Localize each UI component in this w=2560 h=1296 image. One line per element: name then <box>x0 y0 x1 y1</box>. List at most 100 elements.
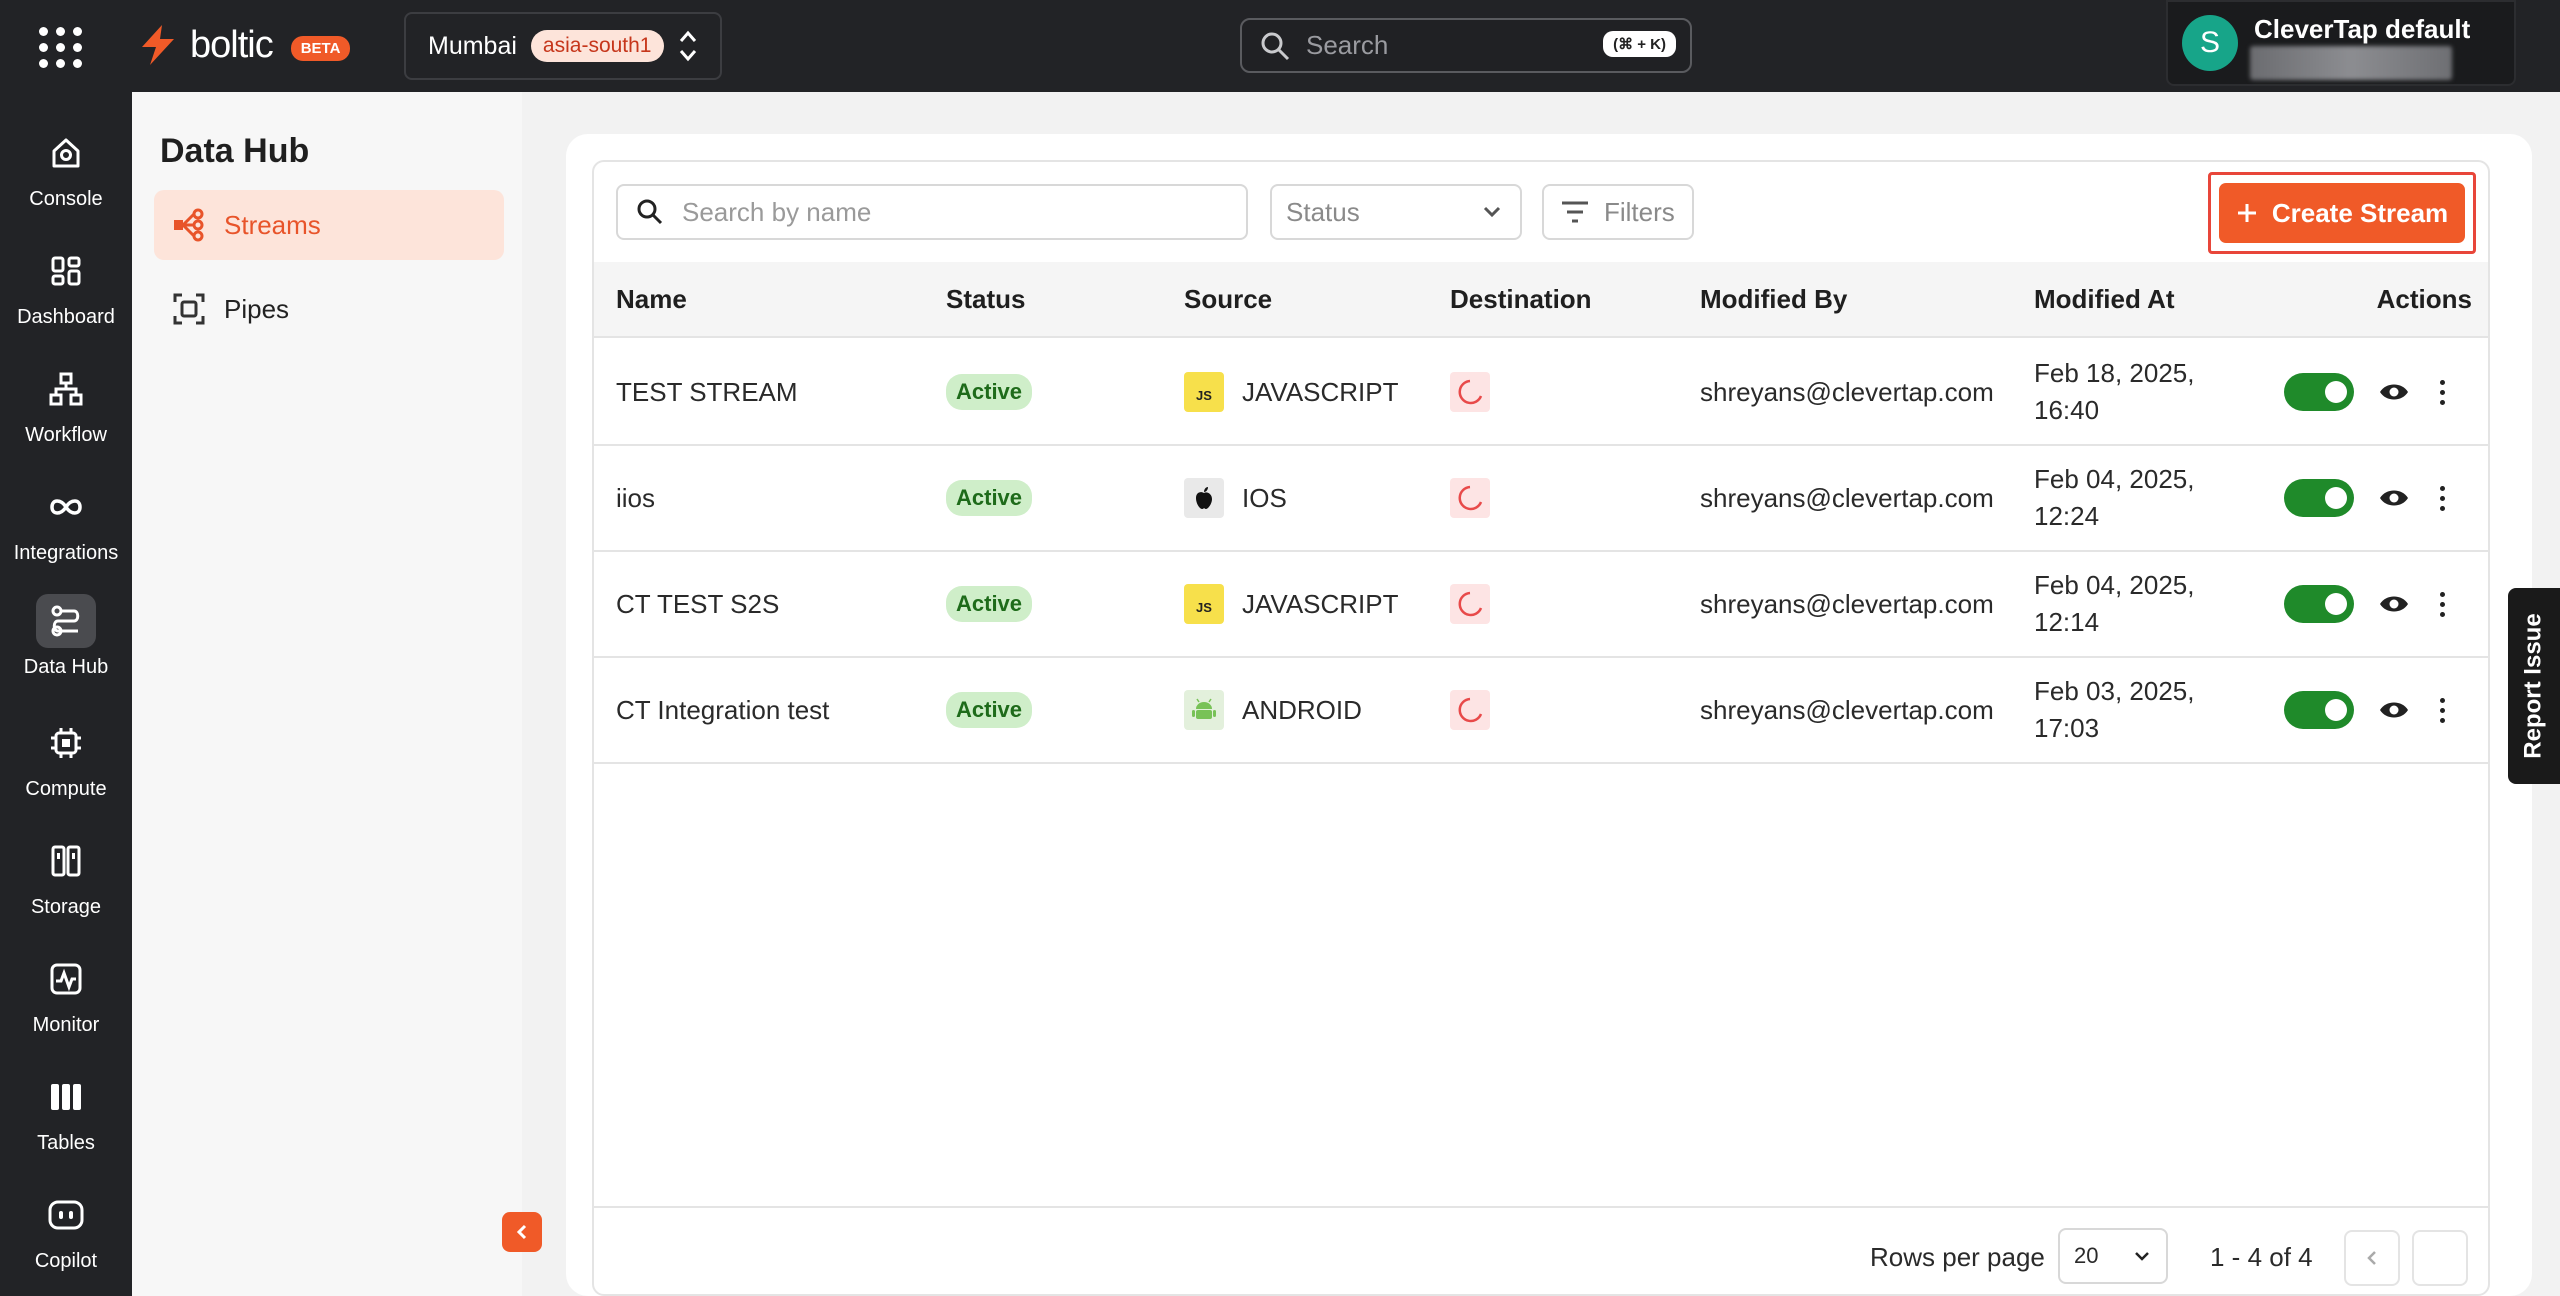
create-stream-highlight: Create Stream <box>2208 172 2476 254</box>
stream-name[interactable]: TEST STREAM <box>616 340 798 444</box>
status-badge: Active <box>946 480 1033 516</box>
status-badge: Active <box>946 586 1033 622</box>
table-row[interactable]: TEST STREAM Active JS JAVASCRIPT shreyan… <box>594 340 2488 446</box>
chevron-left-icon <box>2367 1251 2376 1265</box>
chevron-down-icon <box>2135 1252 2149 1261</box>
rows-per-page-label: Rows per page <box>1870 1242 2045 1272</box>
stream-toggle[interactable] <box>2284 373 2354 411</box>
redacted-account-detail <box>2250 46 2452 80</box>
rail-label: Copilot <box>34 1250 98 1272</box>
previous-page-button[interactable] <box>2344 1230 2400 1286</box>
view-eye-icon[interactable] <box>2378 340 2410 444</box>
column-header-destination: Destination <box>1450 284 1592 314</box>
view-eye-icon[interactable] <box>2378 446 2410 550</box>
rail-label: Storage <box>30 896 102 918</box>
more-options-icon[interactable] <box>2432 485 2452 511</box>
column-header-modified-by: Modified By <box>1700 284 1848 314</box>
workflow-icon <box>36 362 96 416</box>
avatar: S <box>2182 15 2238 71</box>
column-header-status: Status <box>946 284 1026 314</box>
stream-name[interactable]: CT TEST S2S <box>616 552 779 656</box>
filter-icon <box>1562 201 1588 223</box>
modified-at-time: 17:03 <box>2034 713 2100 743</box>
source-label: JAVASCRIPT <box>1242 588 1399 619</box>
global-search[interactable]: Search (⌘ + K) <box>1240 18 1692 73</box>
create-stream-button[interactable]: Create Stream <box>2219 183 2465 243</box>
report-issue-tab[interactable]: Report Issue <box>2508 588 2560 784</box>
more-options-icon[interactable] <box>2432 591 2452 617</box>
region-selector[interactable]: Mumbai asia-south1 <box>404 12 722 80</box>
chevron-left-icon <box>516 1224 527 1240</box>
apple-icon <box>1184 478 1224 518</box>
javascript-icon: JS <box>1184 372 1224 412</box>
collapse-sidebar-button[interactable] <box>502 1212 542 1252</box>
compute-icon <box>36 716 96 770</box>
region-name: Mumbai <box>428 31 517 60</box>
streams-icon <box>174 208 204 242</box>
search-shortcut-badge: (⌘ + K) <box>1603 31 1676 57</box>
rail-label: Workflow <box>25 424 107 446</box>
copilot-icon <box>36 1188 96 1242</box>
bolt-logo-icon <box>142 25 174 65</box>
more-options-icon[interactable] <box>2432 697 2452 723</box>
stream-toggle[interactable] <box>2284 479 2354 517</box>
stream-name[interactable]: CT Integration test <box>616 658 829 762</box>
rail-item-console[interactable]: Console <box>0 126 132 226</box>
table-row[interactable]: CT Integration test Active ANDROID shrey… <box>594 658 2488 764</box>
stream-name[interactable]: iios <box>616 446 655 550</box>
rail-label: Tables <box>37 1132 95 1154</box>
search-icon <box>1261 32 1290 60</box>
streams-table-card: Search by name Status Filters Create Str… <box>592 160 2490 1296</box>
rail-item-dashboard[interactable]: Dashboard <box>0 244 132 344</box>
stream-toggle[interactable] <box>2284 585 2354 623</box>
status-badge: Active <box>946 374 1033 410</box>
loading-spinner-icon <box>1450 478 1490 518</box>
loading-spinner-icon <box>1450 372 1490 412</box>
boltic-logo[interactable]: boltic BETA <box>136 22 351 68</box>
table-row[interactable]: iios Active IOS shreyans@clevertap.com F… <box>594 446 2488 552</box>
subnav-item-streams[interactable]: Streams <box>154 190 504 260</box>
loading-spinner-icon <box>1450 584 1490 624</box>
table-row[interactable]: CT TEST S2S Active JS JAVASCRIPT shreyan… <box>594 552 2488 658</box>
column-header-name: Name <box>616 284 687 314</box>
status-badge: Active <box>946 692 1033 728</box>
storage-icon <box>36 834 96 888</box>
rail-item-monitor[interactable]: Monitor <box>0 952 132 1052</box>
rail-item-tables[interactable]: Tables <box>0 1070 132 1170</box>
subnav-item-pipes[interactable]: Pipes <box>154 274 504 344</box>
view-eye-icon[interactable] <box>2378 658 2410 762</box>
next-page-button[interactable] <box>2412 1230 2468 1286</box>
view-eye-icon[interactable] <box>2378 552 2410 656</box>
modified-at-date: Feb 03, 2025, <box>2034 676 2195 706</box>
rail-item-copilot[interactable]: Copilot <box>0 1188 132 1288</box>
pagination-range: 1 - 4 of 4 <box>2210 1242 2313 1272</box>
account-switcher[interactable]: S CleverTap default <box>2166 0 2516 86</box>
top-bar: boltic BETA Mumbai asia-south1 Search (⌘… <box>0 0 2560 92</box>
data-hub-subnav: Data Hub Streams Pipes <box>132 92 522 1296</box>
filters-button[interactable]: Filters <box>1542 184 1694 240</box>
status-filter-dropdown[interactable]: Status <box>1270 184 1522 240</box>
more-options-icon[interactable] <box>2432 379 2452 405</box>
primary-nav-rail: Console Dashboard Workflow Integrations … <box>0 92 132 1296</box>
rail-item-workflow[interactable]: Workflow <box>0 362 132 462</box>
rail-item-storage[interactable]: Storage <box>0 834 132 934</box>
rows-per-page-select[interactable]: 20 <box>2058 1228 2168 1284</box>
modified-by: shreyans@clevertap.com <box>1700 694 1994 725</box>
monitor-icon <box>36 952 96 1006</box>
app-grid-icon[interactable] <box>38 24 84 70</box>
modified-at-time: 16:40 <box>2034 395 2100 425</box>
data-hub-icon <box>36 594 96 648</box>
chevron-up-down-icon <box>679 30 696 62</box>
stream-toggle[interactable] <box>2284 691 2354 729</box>
integrations-icon <box>36 480 96 534</box>
rail-item-compute[interactable]: Compute <box>0 716 132 816</box>
rail-item-data-hub[interactable]: Data Hub <box>0 594 132 694</box>
rail-label: Console <box>29 188 103 210</box>
modified-by: shreyans@clevertap.com <box>1700 376 1994 407</box>
stream-search-input[interactable]: Search by name <box>616 184 1248 240</box>
modified-at-date: Feb 04, 2025, <box>2034 464 2195 494</box>
subnav-title: Data Hub <box>160 132 310 170</box>
search-placeholder: Search by name <box>682 196 872 227</box>
modified-at-date: Feb 18, 2025, <box>2034 358 2195 388</box>
rail-item-integrations[interactable]: Integrations <box>0 480 132 580</box>
